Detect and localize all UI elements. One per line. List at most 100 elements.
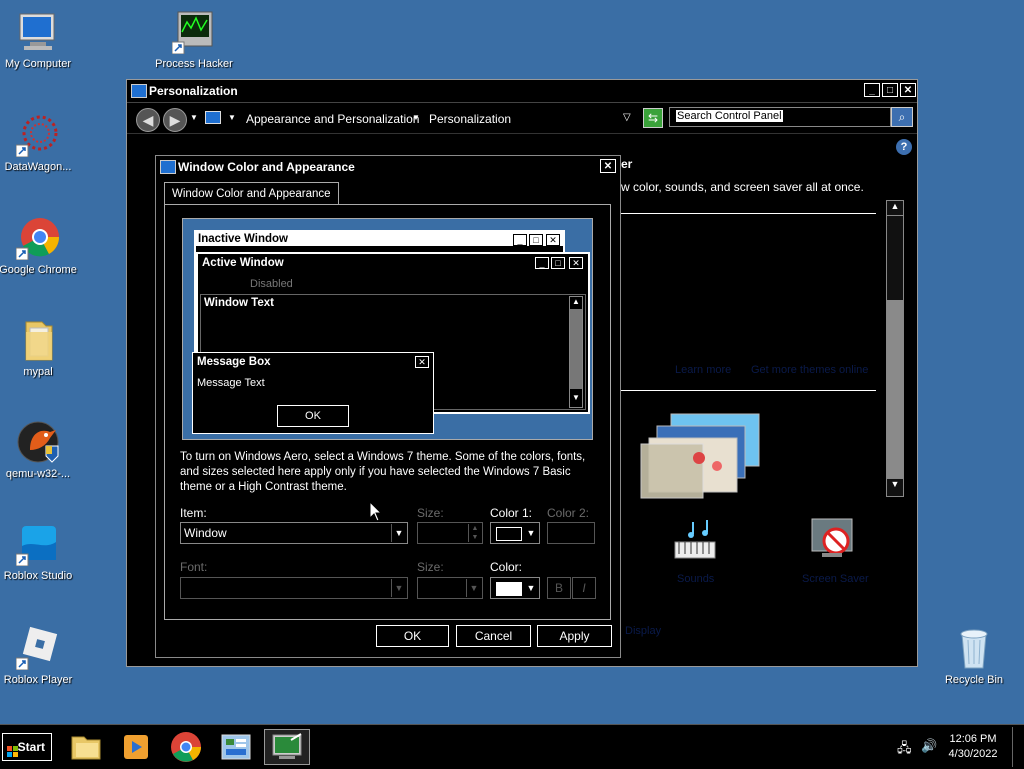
font-color-swatch (496, 582, 522, 596)
preview-scroll-up-icon: ▲ (572, 297, 580, 306)
italic-toggle[interactable]: I (572, 577, 596, 599)
address-bar: ◀ ▶ ▼ ▼ Appearance and Personalization ▼… (127, 103, 917, 134)
apply-button[interactable]: Apply (537, 625, 612, 647)
close-button[interactable]: ✕ (900, 83, 916, 97)
desktop-icon-roblox-studio[interactable]: Roblox Studio (0, 522, 80, 583)
control-panel-taskbar-icon[interactable] (214, 729, 258, 765)
clock-time: 12:06 PM (949, 733, 997, 745)
tab-window-color-appearance[interactable]: Window Color and Appearance (164, 182, 339, 205)
back-button[interactable]: ◀ (136, 108, 160, 132)
show-desktop-button[interactable] (1012, 727, 1023, 767)
preview-close-icon: ✕ (546, 234, 560, 246)
personalization-titlebar[interactable]: Personalization _ □ ✕ (127, 80, 917, 103)
breadcrumb-appearance[interactable]: Appearance and Personalization (246, 112, 419, 126)
chrome-taskbar-icon[interactable] (164, 729, 208, 765)
learn-more-link[interactable]: Learn more (675, 364, 731, 376)
sounds-label[interactable]: Sounds (677, 573, 714, 585)
preview-message-text: Message Text (197, 377, 265, 389)
chevron-down-icon: ▼ (526, 583, 536, 593)
mouse-cursor-icon (369, 500, 383, 526)
screen-saver-icon[interactable] (808, 517, 858, 567)
breadcrumb-separator-icon[interactable]: ▼ (412, 113, 420, 122)
dialog-close-button[interactable]: ✕ (600, 159, 616, 173)
ok-button[interactable]: OK (376, 625, 449, 647)
sounds-icon[interactable] (673, 520, 721, 564)
history-dropdown-icon[interactable]: ▼ (190, 113, 198, 122)
help-icon[interactable]: ? (896, 139, 912, 155)
desktop-icon-label: Process Hacker 2 (155, 58, 233, 70)
search-icon[interactable]: ⌕ (891, 107, 913, 127)
cancel-button[interactable]: Cancel (456, 625, 531, 647)
desktop-icon-recycle-bin[interactable]: Recycle Bin (932, 626, 1016, 687)
breadcrumb-root-dropdown-icon[interactable]: ▼ (228, 113, 236, 122)
forward-button[interactable]: ▶ (163, 108, 187, 132)
preview-message-box[interactable]: Message Box ✕ Message Text OK (192, 352, 434, 434)
window-title: Personalization (149, 84, 238, 98)
preview-minimize-icon: _ (535, 257, 549, 269)
breadcrumb-personalization[interactable]: Personalization (429, 112, 511, 126)
start-button[interactable]: Start (2, 733, 52, 761)
media-player-icon[interactable] (114, 729, 158, 765)
desktop-icon-process-hacker[interactable]: Process Hacker 2 (152, 10, 236, 71)
dialog-titlebar[interactable]: Window Color and Appearance ✕ (156, 156, 620, 178)
font-size-select[interactable]: ▼ (417, 577, 483, 599)
scroll-down-icon[interactable]: ▼ (887, 478, 903, 493)
desktop-icon-roblox-player[interactable]: Roblox Player (0, 626, 80, 687)
refresh-icon[interactable]: ⇆ (643, 108, 663, 128)
preview-window-text: Window Text (204, 297, 274, 309)
desktop-icon-label: DataWagon... (4, 161, 72, 173)
chrome-icon (15, 216, 60, 261)
desktop-icon-label: mypal (23, 366, 53, 378)
folder-icon (16, 318, 60, 362)
volume-icon[interactable]: 🔊 (921, 738, 937, 754)
preview-scroll-thumb (570, 309, 582, 389)
get-more-themes-link[interactable]: Get more themes online (751, 364, 868, 376)
maximize-button[interactable]: □ (882, 83, 898, 97)
desktop-icon-label: Roblox Player (3, 674, 73, 686)
roblox-player-icon (15, 626, 60, 671)
chevron-down-icon: ▼ (391, 524, 406, 542)
themes-scrollbar[interactable]: ▲ ▼ (886, 200, 904, 497)
theme-preview-icon[interactable] (639, 410, 764, 502)
preview-inactive-title: Inactive Window (196, 232, 563, 246)
color2-label: Color 2: (547, 506, 590, 520)
personalization-taskbar-icon[interactable] (264, 729, 310, 765)
bold-toggle[interactable]: B (547, 577, 571, 599)
desktop-icon-datawagon[interactable]: DataWagon... (0, 113, 80, 174)
preview-scrollbar: ▲ ▼ (569, 296, 583, 408)
desktop-icon-label: My Computer (4, 58, 72, 70)
color2-picker[interactable] (547, 522, 595, 544)
desktop-icon-google-chrome[interactable]: Google Chrome (0, 216, 80, 277)
item-size-stepper[interactable]: ▲ ▼ (417, 522, 483, 544)
preview-close-icon: ✕ (569, 257, 583, 269)
tab-panel: Inactive Window _ □ ✕ Active Window _ □ … (164, 204, 611, 620)
address-dropdown-icon[interactable]: ▽ (623, 112, 631, 123)
scroll-track[interactable] (887, 216, 903, 300)
scroll-thumb[interactable] (887, 300, 903, 478)
network-icon[interactable]: 🖧 (897, 739, 912, 761)
scroll-up-icon[interactable]: ▲ (887, 201, 903, 216)
display-link[interactable]: Display (625, 625, 661, 637)
color1-picker[interactable]: ▼ (490, 522, 540, 544)
screen-saver-label[interactable]: Screen Saver (802, 573, 869, 585)
desktop-icon-my-computer[interactable]: My Computer (0, 10, 80, 71)
desktop-icon-qemu[interactable]: qemu-w32-... (0, 420, 80, 481)
clock[interactable]: 12:06 PM 4/30/2022 (944, 732, 1002, 762)
recycle-bin-icon (952, 626, 996, 670)
desktop-icon-mypal[interactable]: mypal (0, 318, 80, 379)
font-select[interactable]: ▼ (180, 577, 408, 599)
preview-ok-button: OK (277, 405, 349, 427)
dialog-title: Window Color and Appearance (178, 160, 355, 174)
desktop-icon-label: Recycle Bin (944, 674, 1004, 686)
preview-message-box-title: Message Box (197, 356, 271, 368)
font-size-label: Size: (417, 560, 444, 574)
font-color-picker[interactable]: ▼ (490, 577, 540, 599)
appearance-preview[interactable]: Inactive Window _ □ ✕ Active Window _ □ … (182, 218, 593, 440)
process-hacker-icon (171, 10, 216, 55)
page-heading-fragment: er (621, 157, 633, 171)
item-size-label: Size: (417, 506, 444, 520)
minimize-button[interactable]: _ (864, 83, 880, 97)
search-input[interactable]: Search Control Panel (669, 107, 891, 127)
file-explorer-icon[interactable] (64, 729, 108, 765)
stepper-icon: ▲ ▼ (468, 524, 481, 542)
